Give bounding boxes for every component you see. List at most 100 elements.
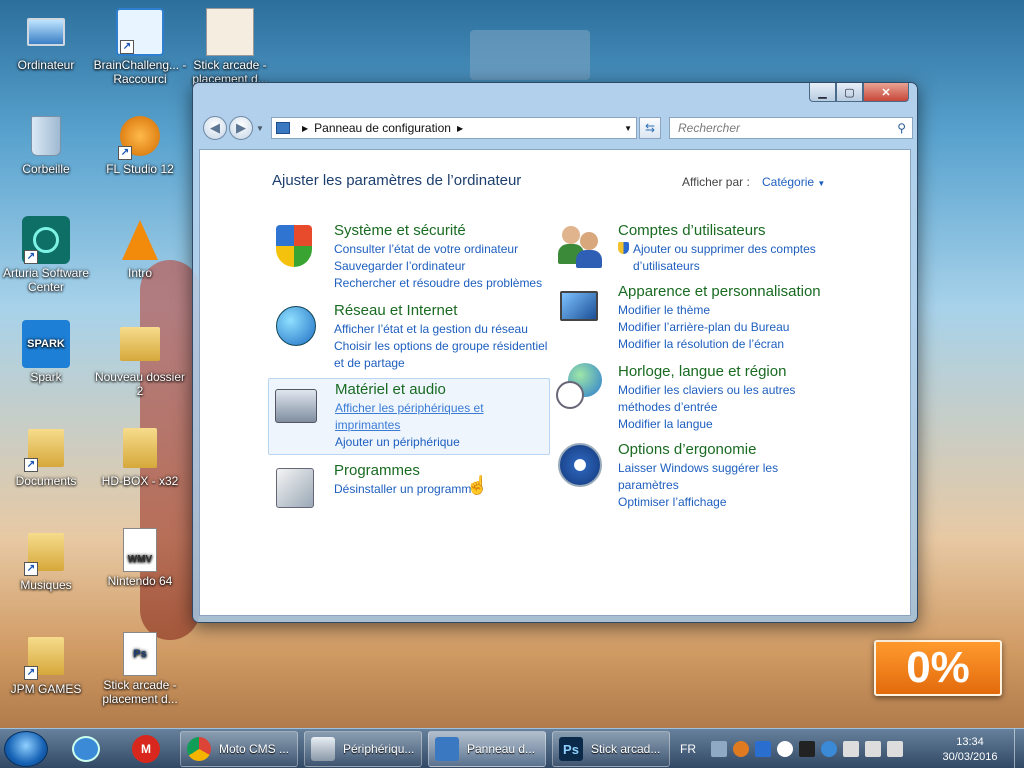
category-title[interactable]: Comptes d’utilisateurs: [618, 222, 834, 240]
shortcut-arrow-icon: ↗: [24, 458, 38, 472]
taskbar-item-devices[interactable]: Périphériqu...: [304, 731, 422, 767]
clock-globe-icon[interactable]: [556, 363, 604, 411]
info-icon[interactable]: [821, 741, 837, 757]
maximize-button[interactable]: ▢: [836, 83, 863, 102]
view-by-value: Catégorie: [762, 175, 815, 189]
desktop-icon-arturia[interactable]: ↗ Arturia Software Center: [0, 216, 94, 294]
shield-icon[interactable]: [272, 222, 320, 270]
desktop-icon-jpm-games[interactable]: ↗ JPM GAMES: [0, 632, 94, 696]
category-network-internet: Réseau et Internet Afficher l’état et la…: [272, 302, 554, 374]
control-panel-icon: [435, 737, 459, 761]
fl-studio-icon: ↗: [116, 112, 164, 160]
category-link[interactable]: Modifier l’arrière-plan du Bureau: [618, 319, 834, 336]
category-link[interactable]: Rechercher et résoudre des problèmes: [334, 275, 550, 292]
category-link[interactable]: Optimiser l’affichage: [618, 494, 834, 511]
desktop-icon-intro[interactable]: Intro: [92, 216, 188, 280]
address-dropdown-icon[interactable]: ▼: [624, 124, 632, 133]
users-icon[interactable]: [556, 222, 604, 270]
category-link[interactable]: Afficher l’état et la gestion du réseau: [334, 321, 550, 338]
taskbar-item-photoshop[interactable]: Ps Stick arcad...: [552, 731, 670, 767]
desktop-icon-label: JPM GAMES: [10, 682, 82, 696]
category-title[interactable]: Horloge, langue et région: [618, 363, 834, 381]
desktop-icon-documents[interactable]: ↗ Documents: [0, 424, 94, 488]
desktop-icon-musiques[interactable]: ↗ Musiques: [0, 528, 94, 592]
vlc-icon: [116, 216, 164, 264]
refresh-button[interactable]: ⇆: [639, 117, 661, 139]
desktop-icon-label: Stick arcade - placement d...: [102, 678, 178, 706]
desktop-icon-spark[interactable]: SPARK Spark: [0, 320, 94, 384]
shortcut-arrow-icon: ↗: [24, 666, 38, 680]
desktop-icon-nouveau-dossier[interactable]: Nouveau dossier 2: [92, 320, 188, 398]
desktop-icon-hd-box[interactable]: HD-BOX - x32: [92, 424, 188, 488]
breadcrumb-chevron-icon[interactable]: ▶: [457, 124, 463, 133]
minimize-button[interactable]: ▁: [809, 83, 836, 102]
breadcrumb-control-panel[interactable]: Panneau de configuration: [314, 121, 451, 135]
desktop-icon-label: Ordinateur: [17, 58, 75, 72]
category-title[interactable]: Options d’ergonomie: [618, 441, 834, 459]
bluetooth-icon[interactable]: [777, 741, 793, 757]
desktop-icon-computer[interactable]: Ordinateur: [0, 8, 94, 72]
shortcut-arrow-icon: ↗: [120, 40, 134, 54]
category-link[interactable]: Ajouter un périphérique: [335, 434, 545, 451]
category-link-hovered[interactable]: Afficher les périphériques et imprimante…: [335, 400, 545, 434]
network-icon[interactable]: [843, 741, 859, 757]
programs-icon[interactable]: [272, 462, 320, 510]
category-link-text: Ajouter ou supprimer des comptes d’utili…: [633, 242, 816, 273]
image-file-icon: [206, 8, 254, 56]
address-bar[interactable]: ▶ Panneau de configuration ▶ ▼: [271, 117, 637, 139]
clock[interactable]: 13:34 30/03/2016: [930, 735, 1010, 765]
view-by-dropdown[interactable]: Catégorie ▼: [762, 175, 825, 189]
category-title[interactable]: Matériel et audio: [335, 381, 545, 399]
desktop-icon-label: HD-BOX - x32: [101, 474, 179, 488]
category-link[interactable]: Consulter l’état de votre ordinateur: [334, 241, 550, 258]
search-input[interactable]: Rechercher ⚲: [669, 117, 913, 139]
taskbar-item-control-panel[interactable]: Panneau d...: [428, 731, 546, 767]
category-link[interactable]: Modifier la résolution de l’écran: [618, 336, 834, 353]
tray-icon[interactable]: [711, 741, 727, 757]
back-button[interactable]: ◀: [203, 116, 227, 140]
tray-icon[interactable]: [755, 741, 771, 757]
category-link[interactable]: Modifier le thème: [618, 302, 834, 319]
category-link[interactable]: Ajouter ou supprimer des comptes d’utili…: [618, 241, 834, 275]
breadcrumb-chevron-icon[interactable]: ▶: [302, 124, 308, 133]
desktop-icon-fl-studio[interactable]: ↗ FL Studio 12: [92, 112, 188, 176]
taskbar-item-chrome[interactable]: Moto CMS ...: [180, 731, 298, 767]
pinned-app-bird-icon[interactable]: [60, 732, 112, 766]
category-link[interactable]: Modifier les claviers ou les autres méth…: [618, 382, 834, 416]
category-link[interactable]: Sauvegarder l’ordinateur: [334, 258, 550, 275]
tray-icon[interactable]: [733, 741, 749, 757]
show-desktop-button[interactable]: [1014, 729, 1024, 768]
pinned-app-m-icon[interactable]: M: [120, 732, 172, 766]
tray-icon[interactable]: [799, 741, 815, 757]
category-link[interactable]: Laisser Windows suggérer les paramètres: [618, 460, 834, 494]
clock-time: 13:34: [956, 736, 984, 748]
taskbar-item-label: Panneau d...: [467, 742, 536, 756]
search-icon[interactable]: ⚲: [897, 121, 906, 135]
start-button[interactable]: [4, 731, 48, 767]
category-title[interactable]: Système et sécurité: [334, 222, 550, 240]
category-title[interactable]: Apparence et personnalisation: [618, 283, 834, 301]
category-title[interactable]: Programmes: [334, 462, 550, 480]
recent-pages-chevron-icon[interactable]: ▼: [256, 124, 264, 133]
language-indicator[interactable]: FR: [680, 742, 696, 756]
volume-icon[interactable]: [865, 741, 881, 757]
ease-of-access-icon[interactable]: [556, 441, 604, 489]
desktop-icon-brainchallenge[interactable]: ↗ BrainChalleng... - Raccourci: [92, 8, 188, 86]
shortcut-arrow-icon: ↗: [24, 250, 38, 264]
network-globe-icon[interactable]: [272, 302, 320, 350]
desktop-icon-label: Documents: [15, 474, 77, 488]
desktop-icon-recycle-bin[interactable]: Corbeille: [0, 112, 94, 176]
printer-icon[interactable]: [273, 381, 321, 429]
desktop-icon-stick-arcade-2[interactable]: Ps Stick arcade - placement d...: [92, 632, 188, 706]
forward-button[interactable]: ▶: [229, 116, 253, 140]
category-link[interactable]: Choisir les options de groupe résidentie…: [334, 338, 550, 372]
desktop-icon-stick-arcade-1[interactable]: Stick arcade - placement d...: [182, 8, 278, 86]
appearance-monitor-icon[interactable]: [556, 283, 604, 331]
close-button[interactable]: ✕: [863, 83, 909, 102]
action-center-flag-icon[interactable]: [887, 741, 903, 757]
desktop-icon-nintendo64[interactable]: WMV Nintendo 64: [92, 528, 188, 588]
category-link[interactable]: Désinstaller un programme: [334, 481, 550, 498]
category-link[interactable]: Modifier la langue: [618, 416, 834, 433]
category-title[interactable]: Réseau et Internet: [334, 302, 550, 320]
photoshop-file-icon: Ps: [123, 632, 157, 676]
